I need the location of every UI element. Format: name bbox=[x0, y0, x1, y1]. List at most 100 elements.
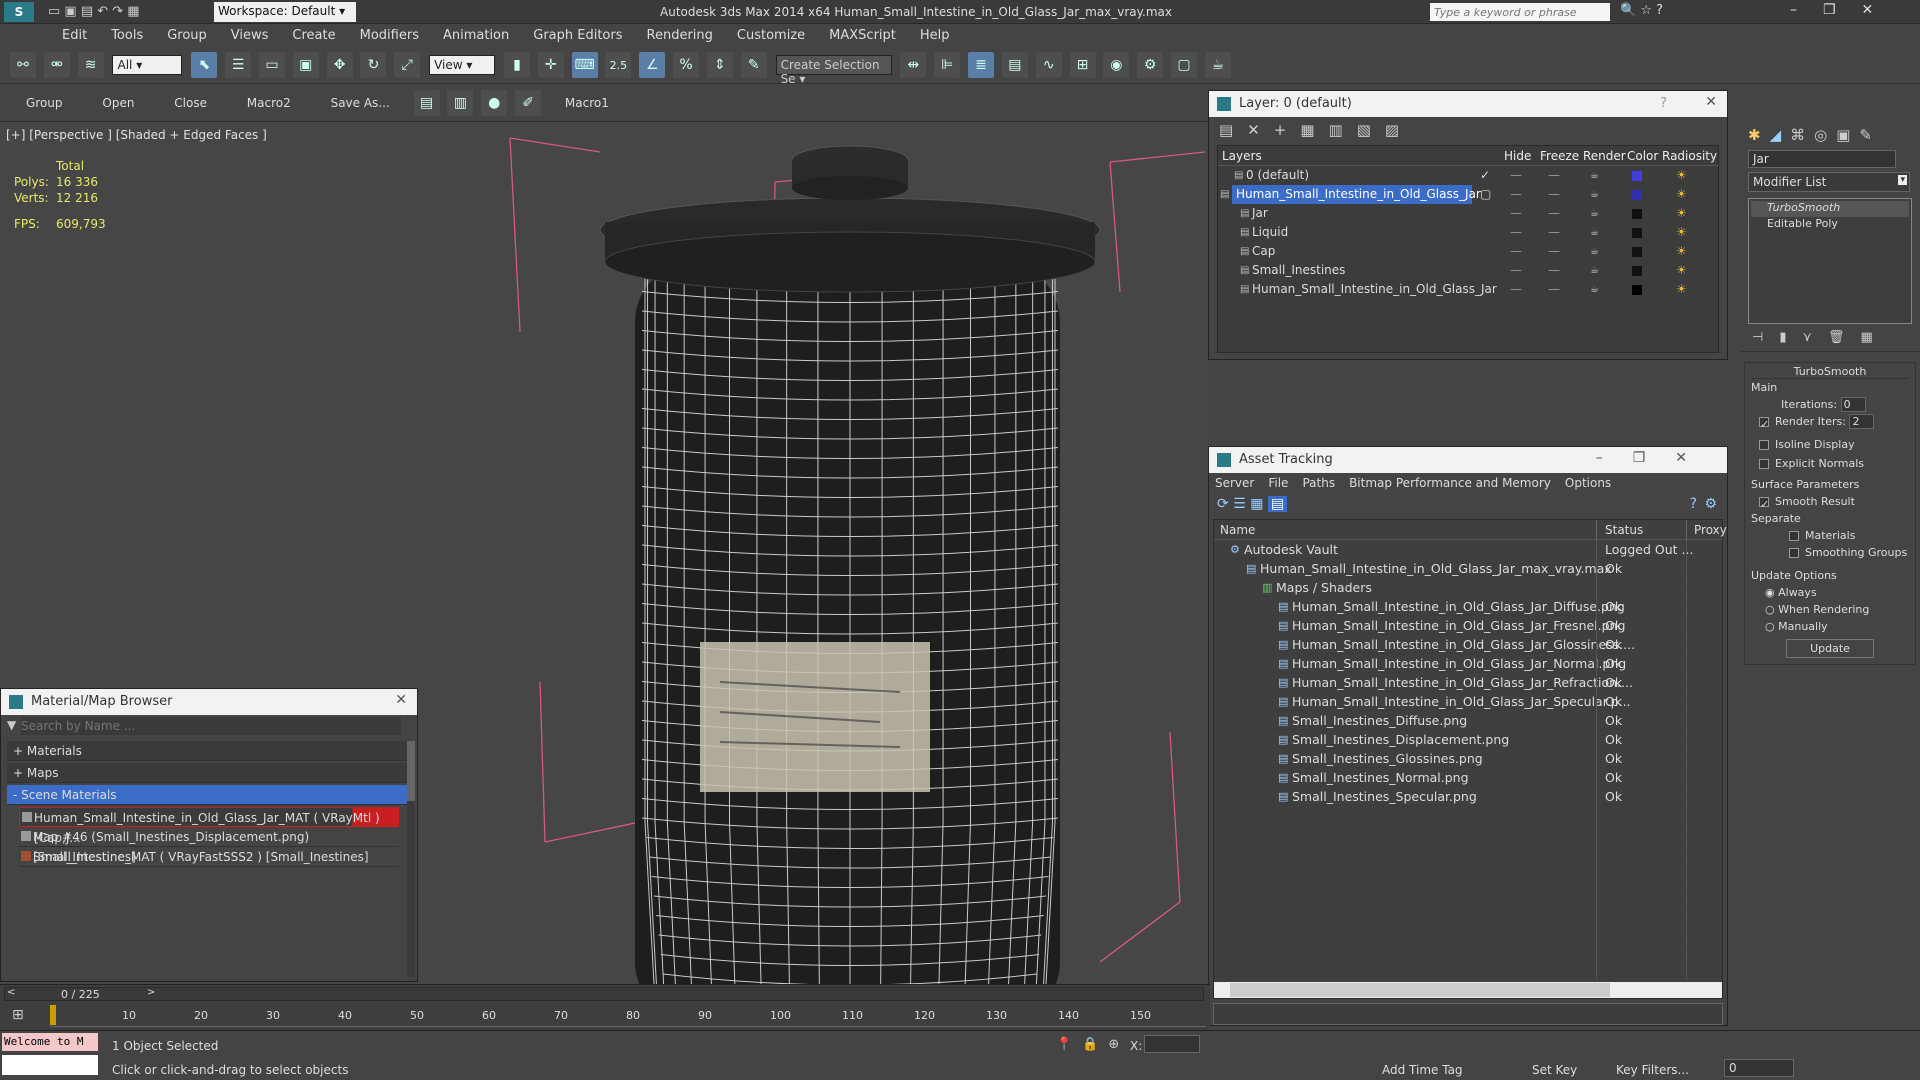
named-selection-set[interactable]: Create Selection Se ▾ bbox=[775, 55, 892, 86]
percent-snap-icon[interactable]: % bbox=[673, 52, 700, 78]
browser-group-0[interactable]: + Materials bbox=[7, 741, 411, 761]
edit-named-sets-icon[interactable]: ✎ bbox=[740, 52, 767, 78]
ribbon-group-button[interactable]: Group bbox=[0, 84, 81, 122]
layer-color-swatch[interactable] bbox=[1632, 247, 1642, 257]
rotate-icon[interactable]: ↻ bbox=[360, 52, 387, 78]
asset-row[interactable]: ▤ Human_Small_Intestine_in_Old_Glass_Jar_… bbox=[1214, 635, 1722, 654]
delete-layer-icon[interactable]: ✕ bbox=[1247, 121, 1274, 139]
rect-selection-icon[interactable]: ▭ bbox=[258, 52, 285, 78]
app-logo[interactable]: S bbox=[4, 2, 34, 22]
hierarchy-tab-icon[interactable]: ⌘ bbox=[1790, 126, 1814, 144]
render-toggle-icon[interactable]: ☕ bbox=[1590, 223, 1599, 242]
menu-item-group[interactable]: Group bbox=[155, 24, 219, 47]
toggle-icon[interactable]: — bbox=[1510, 204, 1522, 223]
rendered-frame-icon[interactable]: ▢ bbox=[1171, 52, 1198, 78]
make-unique-icon[interactable]: ⋎ bbox=[1802, 330, 1828, 345]
manually-radio[interactable]: ○ bbox=[1765, 620, 1778, 633]
smoothing-groups-checkbox[interactable] bbox=[1789, 548, 1799, 558]
radiosity-icon[interactable]: ☀ bbox=[1676, 166, 1687, 185]
ribbon-open-button[interactable]: Open bbox=[84, 84, 152, 122]
ribbon-macro1-button[interactable]: Macro1 bbox=[547, 84, 627, 122]
next-frame-icon[interactable]: > bbox=[147, 987, 155, 998]
keyboard-shortcut-icon[interactable]: ⌨ bbox=[571, 52, 598, 78]
asset-row[interactable]: ▤ Human_Small_Intestine_in_Old_Glass_Jar_… bbox=[1214, 597, 1722, 616]
make-current-icon[interactable]: ▢ bbox=[1480, 185, 1491, 204]
align-icon[interactable]: ⊫ bbox=[934, 52, 961, 78]
asset-row[interactable]: ▤ Small_Inestines_Displacement.png Ok bbox=[1214, 730, 1722, 749]
material-search-input[interactable] bbox=[21, 717, 401, 735]
show-end-result-icon[interactable]: ▮ bbox=[1779, 330, 1802, 345]
menu-item-edit[interactable]: Edit bbox=[50, 24, 99, 47]
col-layers[interactable]: Layers bbox=[1222, 149, 1262, 163]
remove-modifier-icon[interactable]: 🗑 bbox=[1828, 330, 1861, 345]
layer-color-swatch[interactable] bbox=[1632, 190, 1642, 200]
stack-item-turbosmooth[interactable]: TurboSmooth bbox=[1751, 201, 1909, 217]
radiosity-icon[interactable]: ☀ bbox=[1676, 261, 1687, 280]
render-toggle-icon[interactable]: ☕ bbox=[1590, 166, 1599, 185]
schematic-view-icon[interactable]: ⊞ bbox=[1069, 52, 1096, 78]
pin-stack-icon[interactable]: ⊣ bbox=[1752, 330, 1779, 345]
material-item[interactable]: Human_Small_Intestine_in_Old_Glass_Jar_M… bbox=[19, 807, 399, 845]
menu-item-graph-editors[interactable]: Graph Editors bbox=[521, 24, 634, 47]
toggle-icon[interactable]: — bbox=[1548, 223, 1560, 242]
highlight-layer-icon[interactable]: ▥ bbox=[1329, 121, 1357, 139]
menu-item-modifiers[interactable]: Modifiers bbox=[348, 24, 431, 47]
asset-row[interactable]: ▤ Small_Inestines_Diffuse.png Ok bbox=[1214, 711, 1722, 730]
ribbon-save-as-button[interactable]: Save As... bbox=[313, 84, 408, 122]
status-icons[interactable]: 📍🔒⊕ bbox=[1056, 1037, 1129, 1052]
brush-icon[interactable]: ✐ bbox=[515, 90, 542, 116]
render-iters-checkbox[interactable]: ✓ bbox=[1759, 417, 1769, 431]
col-name[interactable]: Name bbox=[1220, 523, 1255, 537]
layer-color-swatch[interactable] bbox=[1632, 171, 1642, 181]
render-icon[interactable]: ☕ bbox=[1204, 52, 1231, 78]
radiosity-icon[interactable]: ☀ bbox=[1676, 223, 1687, 242]
asset-row[interactable]: ▤ Human_Small_Intestine_in_Old_Glass_Jar_… bbox=[1214, 559, 1722, 578]
menu-item-views[interactable]: Views bbox=[219, 24, 281, 47]
close-icon[interactable]: ✕ bbox=[1705, 94, 1717, 110]
materials-checkbox[interactable] bbox=[1789, 531, 1799, 541]
toggle-icon[interactable]: — bbox=[1510, 166, 1522, 185]
ribbon-macro2-button[interactable]: Macro2 bbox=[229, 84, 309, 122]
asset-row[interactable]: ▤ Small_Inestines_Normal.png Ok bbox=[1214, 768, 1722, 787]
time-slider[interactable]: < 0 / 225 > bbox=[4, 987, 1204, 1001]
help-icons[interactable]: 🔍 ☆ ? bbox=[1620, 3, 1663, 18]
freeze-all-icon[interactable]: ▨ bbox=[1385, 121, 1413, 139]
radiosity-icon[interactable]: ☀ bbox=[1676, 185, 1687, 204]
hide-all-icon[interactable]: ▧ bbox=[1357, 121, 1385, 139]
workspace-selector[interactable]: Workspace: Default ▾ bbox=[214, 2, 356, 22]
asset-row[interactable]: ▤ Human_Small_Intestine_in_Old_Glass_Jar_… bbox=[1214, 654, 1722, 673]
refresh-icon[interactable]: ⟳ bbox=[1217, 496, 1229, 512]
render-setup-icon[interactable]: ⚙ bbox=[1137, 52, 1164, 78]
layer-list-icon[interactable]: ▥ bbox=[447, 90, 474, 116]
ribbon-icon[interactable]: ▤ bbox=[1001, 52, 1028, 78]
ribbon-close-button[interactable]: Close bbox=[156, 84, 225, 122]
toggle-icon[interactable]: — bbox=[1548, 185, 1560, 204]
prev-frame-icon[interactable]: < bbox=[7, 987, 15, 998]
explicit-normals-checkbox[interactable] bbox=[1759, 459, 1769, 469]
asset-menu-options[interactable]: Options bbox=[1565, 476, 1611, 490]
manipulate-icon[interactable]: ✛ bbox=[537, 52, 564, 78]
toggle-icon[interactable]: — bbox=[1510, 223, 1522, 242]
render-toggle-icon[interactable]: ☕ bbox=[1590, 280, 1599, 299]
toggle-icon[interactable]: — bbox=[1548, 261, 1560, 280]
material-item[interactable]: Map #46 (Small_Inestines_Displacement.pn… bbox=[19, 827, 399, 864]
menu-item-create[interactable]: Create bbox=[280, 24, 347, 47]
render-toggle-icon[interactable]: ☕ bbox=[1590, 261, 1599, 280]
close-icon[interactable]: ✕ bbox=[395, 692, 407, 708]
col-render[interactable]: Render bbox=[1583, 149, 1626, 163]
isoline-checkbox[interactable] bbox=[1759, 440, 1769, 450]
material-item[interactable]: Small_Intestine_MAT ( VRayFastSSS2 ) [Sm… bbox=[19, 847, 399, 867]
asset-row[interactable]: ▤ Human_Small_Intestine_in_Old_Glass_Jar_… bbox=[1214, 692, 1722, 711]
window-crossing-icon[interactable]: ▣ bbox=[292, 52, 319, 78]
render-iters-spinner[interactable]: 2 bbox=[1849, 414, 1875, 429]
layer-row[interactable]: Liquid ▤ — — ☕ ☀ bbox=[1218, 223, 1718, 242]
menu-item-animation[interactable]: Animation bbox=[431, 24, 521, 47]
menu-item-tools[interactable]: Tools bbox=[99, 24, 155, 47]
add-to-layer-icon[interactable]: + bbox=[1274, 121, 1301, 139]
asset-row[interactable]: ▤ Small_Inestines_Glossines.png Ok bbox=[1214, 749, 1722, 768]
layer-row[interactable]: Human_Small_Intestine_in_Old_Glass_Jar ▤ —… bbox=[1218, 280, 1718, 299]
selection-filter[interactable]: All ▾ bbox=[112, 55, 183, 75]
bind-space-warp-icon[interactable]: ≋ bbox=[77, 52, 104, 78]
toggle-icon[interactable]: — bbox=[1548, 242, 1560, 261]
ref-coord-system[interactable]: View ▾ bbox=[429, 55, 496, 75]
